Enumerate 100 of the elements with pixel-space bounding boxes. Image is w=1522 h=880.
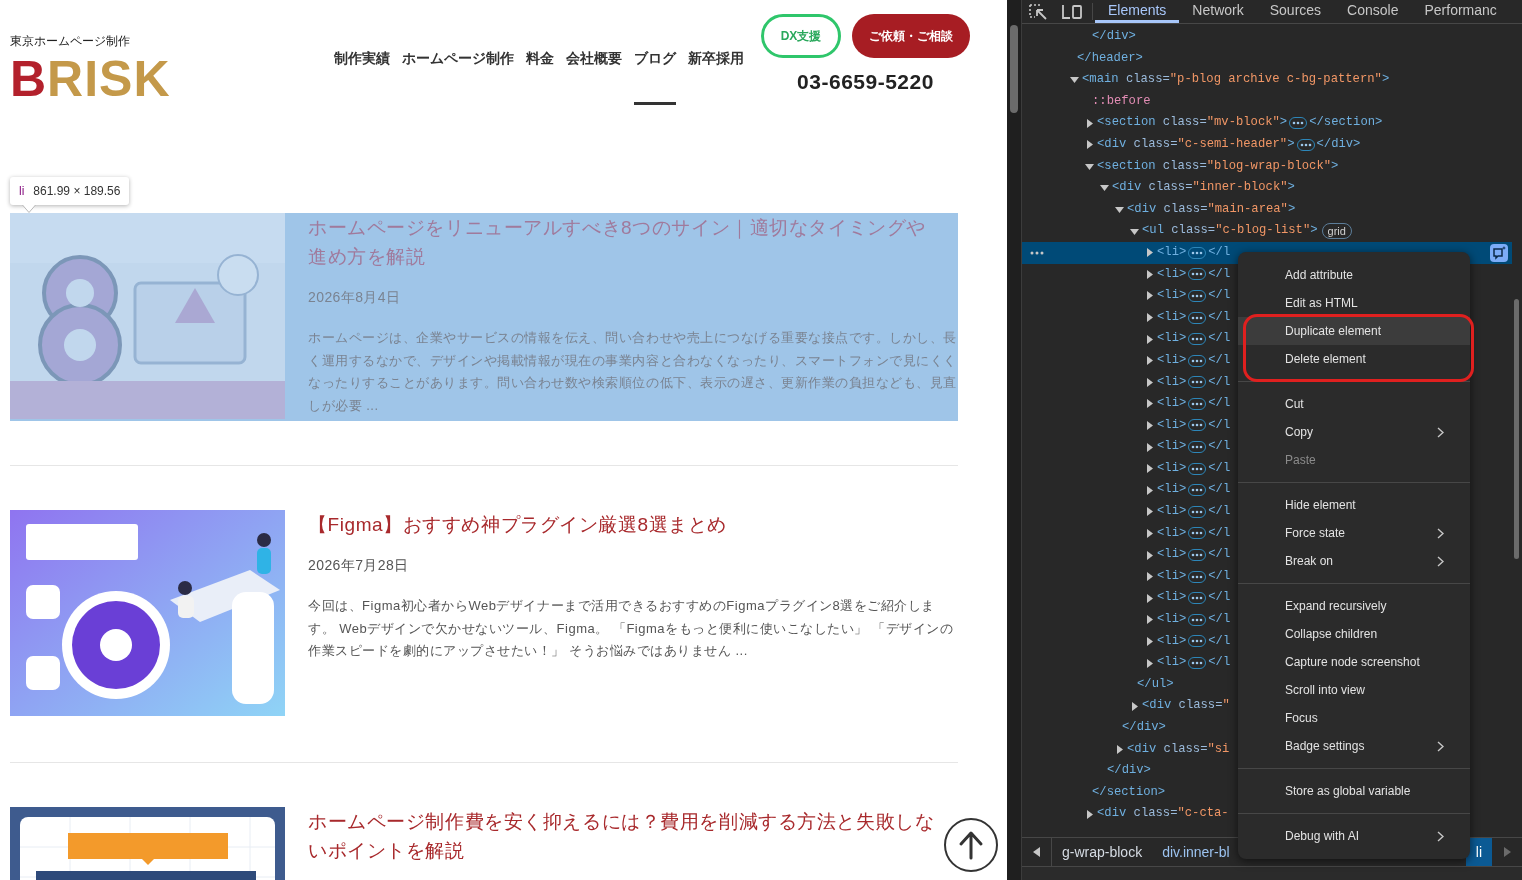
expand-toggle[interactable]	[1145, 636, 1154, 646]
menu-item[interactable]: Edit as HTML	[1238, 289, 1470, 317]
menu-item[interactable]: Copy	[1238, 418, 1470, 446]
expand-toggle[interactable]	[1085, 118, 1094, 128]
expand-toggle[interactable]	[1070, 75, 1079, 85]
code-text: <main class="p-blog archive c-bg-pattern">	[1082, 71, 1390, 89]
collapsed-content-button[interactable]	[1188, 354, 1207, 367]
expand-toggle[interactable]	[1145, 464, 1154, 474]
menu-item[interactable]: Delete element	[1238, 345, 1470, 373]
post-title-link[interactable]: 【Figma】おすすめ神プラグイン厳選8選まとめ	[308, 510, 943, 539]
inspect-icon[interactable]	[1029, 3, 1047, 20]
collapsed-content-button[interactable]	[1188, 505, 1207, 518]
code-text: </l	[1208, 611, 1231, 629]
expand-toggle[interactable]	[1085, 809, 1094, 819]
breadcrumb-item[interactable]: g-wrap-block	[1052, 838, 1153, 866]
collapsed-content-button[interactable]	[1188, 527, 1207, 540]
breadcrumb-item[interactable]: div.inner-bl	[1152, 838, 1240, 866]
code-text: <div class="main-area">	[1127, 200, 1296, 218]
collapsed-content-button[interactable]	[1188, 462, 1207, 475]
expand-toggle[interactable]	[1100, 183, 1109, 193]
scrollbar-thumb[interactable]	[1010, 25, 1018, 113]
nav-link[interactable]: ホームページ制作	[402, 48, 514, 105]
collapsed-content-button[interactable]	[1188, 376, 1207, 389]
expand-toggle[interactable]	[1085, 140, 1094, 150]
expand-toggle[interactable]	[1145, 248, 1154, 258]
expand-toggle[interactable]	[1085, 161, 1094, 171]
expand-toggle[interactable]	[1145, 356, 1154, 366]
collapsed-content-button[interactable]	[1188, 268, 1207, 281]
expand-toggle[interactable]	[1145, 313, 1154, 322]
nav-link[interactable]: 料金	[526, 48, 554, 105]
collapsed-content-button[interactable]	[1188, 592, 1207, 605]
menu-item[interactable]: Cut	[1238, 390, 1470, 418]
expand-toggle[interactable]	[1145, 269, 1154, 279]
menu-item[interactable]: Add attribute	[1238, 261, 1470, 289]
code-text: </l	[1208, 308, 1231, 326]
devtools-tab[interactable]: Sources	[1256, 0, 1335, 23]
collapsed-content-button[interactable]	[1188, 441, 1207, 454]
expand-toggle[interactable]	[1145, 528, 1154, 538]
chevron-right-icon	[1437, 830, 1444, 842]
collapsed-content-button[interactable]	[1188, 397, 1207, 410]
expand-toggle[interactable]	[1145, 572, 1154, 582]
collapsed-content-button[interactable]	[1296, 138, 1315, 151]
expand-toggle[interactable]	[1145, 615, 1154, 625]
menu-item[interactable]: Store as global variable	[1238, 777, 1470, 805]
collapsed-content-button[interactable]	[1188, 333, 1207, 346]
scrollbar-thumb[interactable]	[1514, 299, 1519, 559]
expand-toggle[interactable]	[1145, 658, 1154, 668]
expand-toggle[interactable]	[1130, 226, 1139, 236]
expand-toggle[interactable]	[1145, 334, 1154, 344]
code-text: </l	[1208, 416, 1231, 434]
menu-item[interactable]: Duplicate element	[1238, 317, 1470, 345]
collapsed-content-button[interactable]	[1188, 246, 1207, 259]
menu-item[interactable]: Badge settings	[1238, 732, 1470, 760]
code-text: <li>	[1157, 632, 1187, 650]
menu-item[interactable]: Focus	[1238, 704, 1470, 732]
expand-toggle[interactable]	[1145, 421, 1154, 430]
device-toolbar-icon[interactable]	[1061, 3, 1083, 20]
scroll-to-top-button[interactable]	[944, 818, 998, 872]
devtools-tab[interactable]: Performanc	[1411, 0, 1510, 23]
contact-button[interactable]: ご依頼・ご相談	[852, 14, 970, 58]
expand-toggle[interactable]	[1115, 744, 1124, 754]
collapsed-content-button[interactable]	[1188, 635, 1207, 648]
menu-item[interactable]: Capture node screenshot	[1238, 648, 1470, 676]
expand-toggle[interactable]	[1145, 593, 1154, 603]
collapsed-content-button[interactable]	[1188, 289, 1207, 302]
post-title-link[interactable]: ホームページ制作費を安く抑えるには？費用を削減する方法と失敗しないポイントを解説	[308, 807, 943, 865]
collapsed-content-button[interactable]	[1188, 657, 1207, 669]
menu-item[interactable]: Scroll into view	[1238, 676, 1470, 704]
collapsed-content-button[interactable]	[1188, 570, 1207, 583]
expand-toggle[interactable]	[1145, 507, 1154, 517]
nav-link[interactable]: 制作実績	[334, 48, 390, 105]
menu-item[interactable]: Expand recursively	[1238, 592, 1470, 620]
devtools-tab[interactable]: Elements	[1095, 0, 1180, 23]
collapsed-content-button[interactable]	[1289, 117, 1308, 130]
collapsed-content-button[interactable]	[1188, 549, 1207, 562]
nav-link[interactable]: ブログ	[634, 48, 676, 105]
expand-toggle[interactable]	[1145, 442, 1154, 452]
collapsed-content-button[interactable]	[1188, 484, 1207, 497]
collapsed-content-button[interactable]	[1188, 613, 1207, 626]
expand-toggle[interactable]	[1145, 485, 1154, 495]
expand-toggle[interactable]	[1145, 291, 1154, 301]
collapsed-content-button[interactable]	[1188, 419, 1207, 432]
expand-toggle[interactable]	[1145, 550, 1154, 560]
logo[interactable]: BRISK	[10, 54, 171, 104]
code-text: </l	[1208, 481, 1231, 499]
nav-link[interactable]: 新卒採用	[688, 48, 744, 105]
nav-link[interactable]: 会社概要	[566, 48, 622, 105]
menu-item[interactable]: Break on	[1238, 547, 1470, 575]
expand-toggle[interactable]	[1145, 399, 1154, 409]
expand-toggle[interactable]	[1115, 205, 1124, 215]
menu-item[interactable]: Force state	[1238, 519, 1470, 547]
collapsed-content-button[interactable]	[1188, 311, 1207, 324]
devtools-tab[interactable]: Console	[1334, 0, 1412, 23]
menu-item[interactable]: Hide element	[1238, 491, 1470, 519]
expand-toggle[interactable]	[1130, 701, 1139, 711]
ai-assistant-button[interactable]	[1490, 243, 1508, 262]
menu-item[interactable]: Collapse children	[1238, 620, 1470, 648]
code-text: <li>	[1157, 503, 1187, 521]
expand-toggle[interactable]	[1145, 377, 1154, 387]
devtools-tab[interactable]: Network	[1179, 0, 1257, 23]
